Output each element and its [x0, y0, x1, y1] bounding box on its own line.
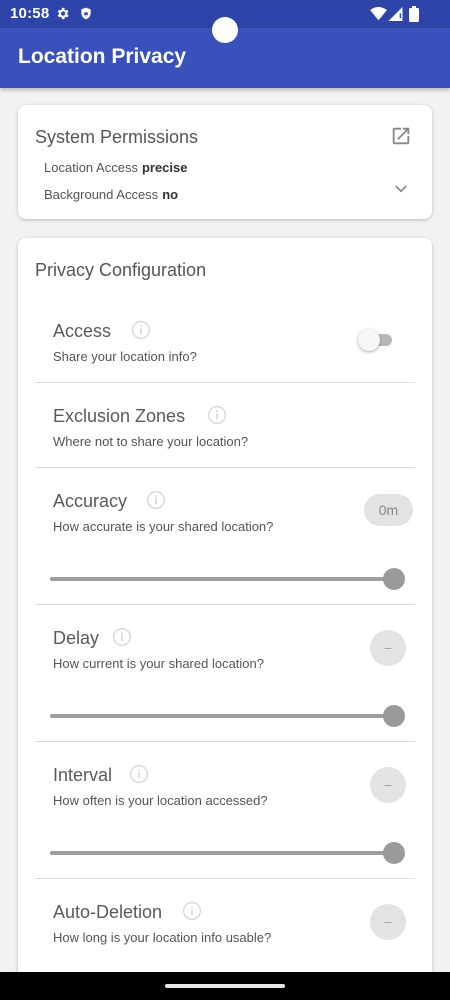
- slider-track: [50, 851, 394, 855]
- status-time: 10:58: [10, 5, 50, 22]
- wifi-icon: [370, 7, 387, 21]
- privacy-configuration-card: Privacy Configuration Access Share your …: [18, 238, 432, 1000]
- accuracy-row: Accuracy How accurate is your shared loc…: [35, 483, 415, 605]
- divider: [35, 467, 415, 468]
- access-title: Access: [53, 321, 112, 341]
- battery-icon: [409, 6, 419, 22]
- location-access-line: Location Access precise: [44, 160, 188, 175]
- gear-icon: [57, 7, 69, 20]
- location-access-label: Location Access: [44, 160, 138, 175]
- divider: [35, 382, 415, 383]
- auto-deletion-row: Auto-Deletion How long is your location …: [35, 894, 415, 974]
- info-icon[interactable]: [112, 627, 132, 647]
- interval-value-chip[interactable]: –: [370, 767, 406, 803]
- shield-icon: [81, 7, 91, 20]
- privacy-title: Privacy Configuration: [35, 260, 207, 280]
- system-permissions-card: System Permissions Location Access precis…: [18, 105, 432, 219]
- divider: [35, 878, 415, 879]
- chevron-down-icon[interactable]: [392, 180, 410, 198]
- interval-row: Interval How often is your location acce…: [35, 757, 415, 879]
- slider-track: [50, 714, 394, 718]
- slider-thumb[interactable]: [383, 842, 405, 864]
- info-icon[interactable]: [182, 901, 202, 921]
- background-access-value: no: [162, 187, 179, 202]
- info-icon[interactable]: [129, 764, 149, 784]
- slider-thumb[interactable]: [383, 705, 405, 727]
- camera-cutout: [212, 17, 238, 43]
- access-row: Access Share your location info?: [35, 313, 415, 383]
- auto-deletion-subtitle: How long is your location info usable?: [53, 930, 272, 945]
- toggle-thumb: [358, 329, 380, 351]
- info-icon[interactable]: [131, 320, 151, 340]
- delay-row: Delay How current is your shared locatio…: [35, 620, 415, 742]
- permissions-title: System Permissions: [35, 127, 199, 147]
- signal-icon: [388, 7, 403, 21]
- exclusion-zones-subtitle: Where not to share your location?: [53, 434, 249, 449]
- accuracy-slider[interactable]: [50, 567, 410, 591]
- auto-deletion-title: Auto-Deletion: [53, 902, 163, 922]
- location-access-value: precise: [141, 160, 188, 175]
- slider-thumb[interactable]: [383, 568, 405, 590]
- exclusion-zones-row[interactable]: Exclusion Zones Where not to share your …: [35, 398, 415, 468]
- delay-title: Delay: [53, 628, 100, 648]
- interval-subtitle: How often is your location accessed?: [53, 793, 268, 808]
- delay-value-chip[interactable]: –: [370, 630, 406, 666]
- accuracy-title: Accuracy: [53, 491, 128, 511]
- interval-slider[interactable]: [50, 841, 410, 865]
- info-icon[interactable]: [207, 405, 227, 425]
- delay-subtitle: How current is your shared location?: [53, 656, 264, 671]
- background-access-line: Background Access no: [44, 187, 178, 202]
- slider-track: [50, 577, 394, 581]
- accuracy-value-chip[interactable]: 0m: [364, 494, 413, 526]
- home-handle[interactable]: [165, 984, 285, 988]
- screen: 10:58 Location Privacy System Permission…: [0, 0, 450, 1000]
- divider: [35, 741, 415, 742]
- navigation-bar: [0, 972, 450, 1000]
- open-in-new-icon[interactable]: [390, 125, 412, 147]
- divider: [35, 604, 415, 605]
- auto-deletion-value-chip[interactable]: –: [370, 904, 406, 940]
- access-toggle[interactable]: [358, 328, 396, 352]
- info-icon[interactable]: [146, 490, 166, 510]
- background-access-label: Background Access: [44, 187, 159, 202]
- access-subtitle: Share your location info?: [53, 349, 197, 364]
- delay-slider[interactable]: [50, 704, 410, 728]
- interval-title: Interval: [53, 765, 113, 785]
- accuracy-subtitle: How accurate is your shared location?: [53, 519, 274, 534]
- app-title: Location Privacy: [18, 45, 187, 68]
- exclusion-zones-title: Exclusion Zones: [53, 406, 186, 426]
